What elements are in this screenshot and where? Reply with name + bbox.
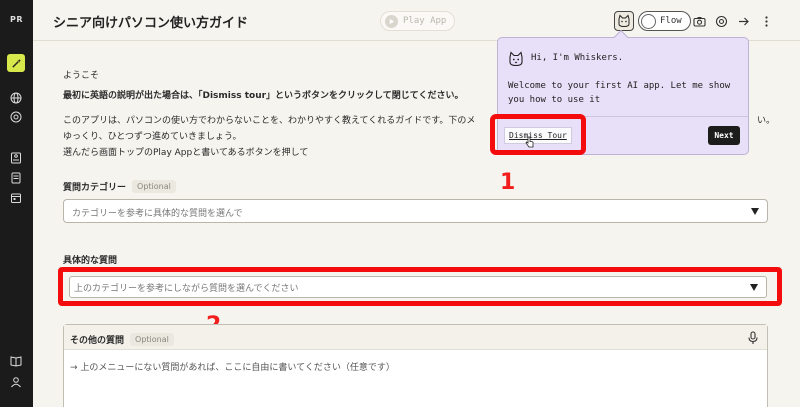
database-icon[interactable] — [9, 151, 23, 165]
flow-toggle[interactable]: Flow — [638, 11, 691, 31]
other-label-row: その他の質問 Optional — [70, 333, 174, 346]
annotation-box-1 — [490, 114, 586, 155]
next-button[interactable]: Next — [708, 126, 740, 145]
other-question-textarea[interactable]: → 上のメニューにない質問があれば、ここに自由に書いてください（任意です） — [70, 360, 395, 373]
flow-toggle-knob — [641, 13, 656, 29]
category-optional-badge: Optional — [132, 180, 176, 193]
category-select[interactable]: カテゴリーを参考に具体的な質問を選んで — [63, 199, 768, 223]
arrow-right-icon[interactable] — [736, 14, 750, 28]
play-app-button[interactable]: Play App — [380, 11, 456, 31]
camera-icon[interactable] — [692, 14, 706, 28]
other-question-header: その他の質問 Optional — [64, 325, 767, 350]
play-app-label: Play App — [403, 16, 447, 26]
page-title: シニア向けパソコン使い方ガイド — [53, 16, 249, 31]
tour-greeting: Hi, I'm Whiskers. — [531, 53, 624, 63]
intro-line-3: 選んだら画面トップのPlay Appと書いてあるボタンを押して — [63, 148, 309, 158]
chevron-down-icon — [751, 208, 759, 215]
other-question-placeholder: 上のメニューにない質問があれば、ここに自由に書いてください（任意です） — [80, 363, 395, 373]
user-icon[interactable] — [9, 375, 23, 389]
annotation-number-1: 1 — [500, 170, 516, 195]
whiskers-cat-icon[interactable] — [614, 11, 634, 31]
category-label: 質問カテゴリー — [63, 183, 127, 193]
share-icon[interactable] — [714, 14, 728, 28]
doc-icon[interactable] — [9, 171, 23, 185]
other-label: その他の質問 — [70, 336, 125, 346]
more-icon[interactable] — [759, 14, 773, 28]
book-icon[interactable] — [9, 354, 23, 368]
tour-body: Welcome to your first AI app. Let me sho… — [508, 81, 731, 105]
other-optional-badge: Optional — [130, 333, 174, 346]
cat-icon — [509, 51, 523, 67]
specific-label-row: 具体的な質問 — [63, 255, 117, 264]
workspace-logo[interactable]: PR — [0, 15, 33, 24]
intro-line-2: ゆっくり、ひとつずつ進めていきましょう。 — [63, 132, 242, 142]
intro-heading: ようこそ — [63, 71, 100, 81]
globe-icon[interactable] — [9, 91, 23, 105]
intro-line-1: このアプリは、パソコンの使い方でわからないことを、わかりやすく教えてくれるガイド… — [63, 116, 476, 126]
specific-label: 具体的な質問 — [63, 256, 118, 264]
category-select-placeholder: カテゴリーを参考に具体的な質問を選んで — [72, 209, 243, 219]
wand-icon[interactable] — [7, 54, 25, 72]
calendar-icon[interactable] — [9, 191, 23, 205]
category-label-row: 質問カテゴリー Optional — [63, 180, 176, 193]
intro-instruction: 最初に英語の説明が出た場合は、「Dismiss tour」というボタンをクリック… — [63, 91, 464, 101]
intro-line-1-tail: い。 — [757, 116, 776, 126]
app-header: シニア向けパソコン使い方ガイド Play App Flow — [33, 0, 800, 41]
mic-icon[interactable] — [747, 331, 759, 345]
other-question-box[interactable]: その他の質問 Optional → 上のメニューにない質問があれば、ここに自由に… — [63, 324, 768, 407]
arrow-right-small-icon: → — [70, 363, 78, 373]
flow-label: Flow — [660, 16, 682, 26]
left-rail: PR — [0, 0, 33, 407]
annotation-box-2 — [58, 267, 782, 306]
eye-icon[interactable] — [9, 110, 23, 124]
hand-cursor-icon — [525, 136, 534, 148]
play-icon — [385, 14, 398, 28]
